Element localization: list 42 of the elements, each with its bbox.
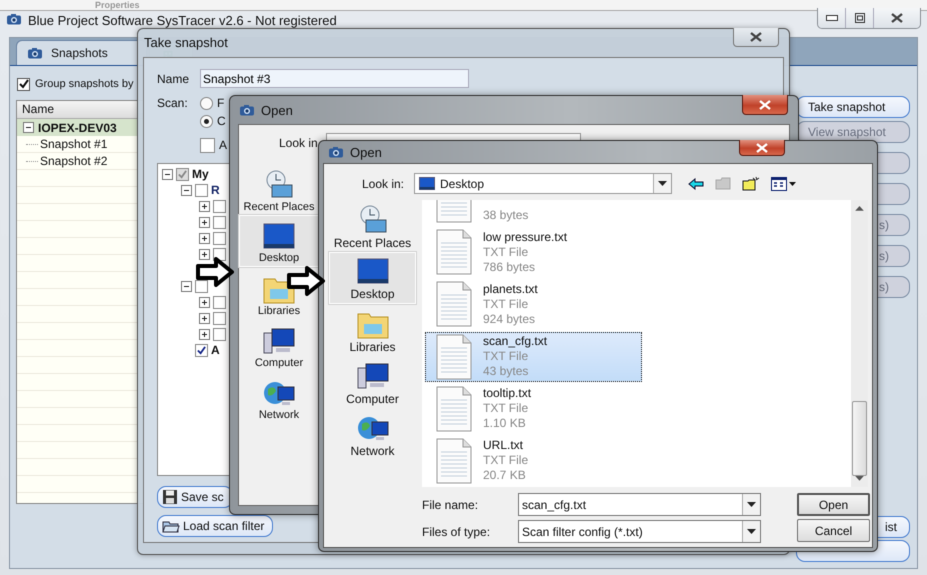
file-size: 786 bytes (483, 260, 536, 275)
field-label: File name: (422, 498, 480, 512)
background-window-title: Properties (95, 0, 140, 10)
file-size: 38 bytes (483, 208, 528, 223)
place-label: Desktop (350, 287, 395, 301)
tree-label: R (211, 183, 220, 197)
file-size: 43 bytes (483, 364, 530, 380)
dialog-title: Open (350, 144, 382, 160)
file-size: 20.7 KB (483, 468, 527, 484)
dialog-title: Open (261, 102, 293, 118)
file-type: TXT File (483, 296, 530, 312)
checkbox-label: Group snapshots by (35, 78, 134, 90)
dialog-title: Take snapshot (144, 34, 228, 52)
place-label: Libraries (349, 340, 396, 354)
place-label: Network (258, 409, 300, 421)
field-label: Files of type: (422, 524, 492, 538)
place-label: Network (350, 444, 394, 458)
place-label: Recent Places (244, 201, 314, 213)
group-label: IOPEX-DEV03 (38, 120, 117, 134)
window-title: Blue Project Software SysTracer v2.6 - Not registered (28, 13, 337, 28)
field-label: Look in (279, 136, 318, 150)
file-type: TXT File (483, 453, 528, 468)
field-label: Name (157, 72, 190, 86)
place-label: Computer (254, 357, 304, 369)
place-label: Recent Places (334, 236, 412, 250)
file-type: TXT File (483, 401, 530, 416)
file-name: scan_cfg.txt (483, 334, 548, 350)
tree-label: My (192, 167, 209, 181)
place-label: Computer (346, 392, 399, 406)
file-name: low pressure.txt (483, 230, 568, 245)
file-name: URL.txt (483, 438, 524, 454)
file-type: TXT File (483, 244, 530, 260)
tree-label: A (211, 343, 220, 357)
file-name: tooltip.txt (483, 386, 532, 402)
field-label: Look in: (360, 176, 405, 190)
file-size: 924 bytes (483, 312, 536, 327)
file-type: TXT File (483, 349, 530, 364)
file-name: planets.txt (483, 282, 538, 297)
file-size: 1.10 KB (483, 416, 527, 432)
place-label: Libraries (258, 305, 300, 317)
checkbox-label: A (219, 138, 228, 152)
place-label: Desktop (258, 252, 300, 264)
